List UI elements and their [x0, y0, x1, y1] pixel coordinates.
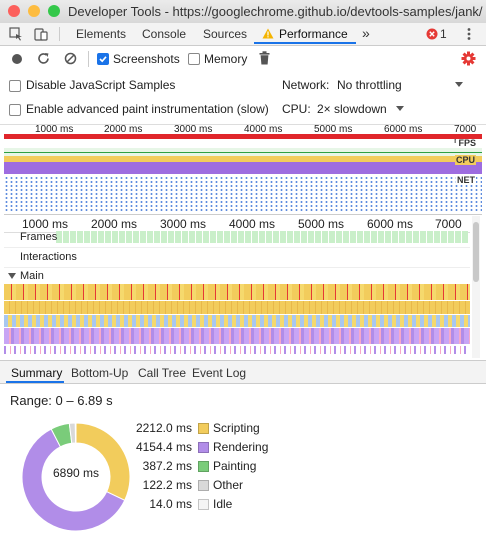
long-tasks-bar [4, 134, 482, 139]
ruler-tick: 3000 ms [160, 217, 207, 231]
painting-time: 387.2 ms [142, 459, 192, 473]
toolbar-divider [88, 51, 89, 67]
active-details-tab-indicator [6, 381, 64, 383]
tab-elements[interactable]: Elements [76, 27, 126, 41]
device-toolbar-icon[interactable] [34, 27, 48, 41]
net-track-label: NET [456, 175, 476, 185]
error-icon[interactable] [426, 28, 438, 40]
memory-label: Memory [204, 52, 248, 66]
main-expand-triangle-icon[interactable] [8, 273, 16, 280]
fps-chart [4, 148, 482, 156]
rendering-time: 4154.4 ms [135, 440, 192, 454]
cpu-throttling-select[interactable]: 2× slowdown [317, 102, 387, 116]
timeline-scrollbar[interactable] [472, 216, 480, 358]
more-tabs-button[interactable]: » [362, 25, 370, 41]
flame-task-row [4, 284, 470, 300]
tab-divider [59, 27, 60, 41]
tab-sources[interactable]: Sources [203, 27, 247, 41]
net-screenshots-strip [4, 176, 482, 212]
cpu-label: CPU: [282, 102, 311, 116]
inspect-element-icon[interactable] [9, 27, 23, 41]
advanced-paint-label: Enable advanced paint instrumentation (s… [26, 102, 269, 116]
advanced-paint-checkbox[interactable] [9, 104, 21, 116]
scripting-time: 2212.0 ms [135, 421, 192, 435]
flame-mixed-row [4, 315, 470, 327]
summary-range: Range: 0 – 6.89 s [10, 393, 113, 408]
donut-slice-idle [74, 422, 77, 444]
scripting-swatch [198, 423, 209, 434]
capture-settings-panel: Disable JavaScript Samples Network: No t… [0, 72, 486, 125]
tab-call-tree[interactable]: Call Tree [138, 366, 186, 380]
idle-swatch [198, 499, 209, 510]
summary-total: 6890 ms [52, 466, 100, 480]
reload-icon[interactable] [37, 52, 50, 65]
window-title: Developer Tools - https://googlechrome.g… [68, 4, 483, 19]
tab-bottom-up[interactable]: Bottom-Up [71, 366, 128, 380]
flame-tail-row [4, 346, 470, 354]
scripting-label: Scripting [213, 421, 260, 435]
tab-summary[interactable]: Summary [11, 366, 62, 380]
network-throttling-select[interactable]: No throttling [337, 78, 402, 92]
kebab-menu-icon[interactable] [466, 27, 472, 41]
ruler-tick: 2000 ms [91, 217, 138, 231]
minimize-window-button[interactable] [28, 5, 40, 17]
timeline-scrollbar-thumb[interactable] [473, 222, 479, 282]
tab-console[interactable]: Console [142, 27, 186, 41]
memory-checkbox[interactable] [188, 53, 200, 65]
main-thread-flame-chart[interactable] [4, 284, 470, 358]
network-dropdown-arrow-icon[interactable] [455, 82, 463, 88]
idle-time: 14.0 ms [149, 497, 192, 511]
idle-label: Idle [213, 497, 233, 511]
cpu-rendering-band [4, 162, 482, 174]
row-divider [4, 267, 470, 268]
ruler-tick: 1000 ms [22, 217, 69, 231]
main-thread-label[interactable]: Main [20, 270, 44, 282]
interactions-row-label[interactable]: Interactions [20, 251, 77, 263]
network-label: Network: [282, 78, 330, 92]
rendering-swatch [198, 442, 209, 453]
devtools-tab-bar: Elements Console Sources Performance » 1 [0, 23, 486, 46]
clear-icon[interactable] [64, 52, 77, 65]
painting-label: Painting [213, 459, 257, 473]
timeline-overview[interactable]: 1000 ms 2000 ms 3000 ms 4000 ms 5000 ms … [4, 124, 482, 215]
ruler-tick: 5000 ms [298, 217, 345, 231]
zoom-window-button[interactable] [48, 5, 60, 17]
record-icon[interactable] [11, 53, 23, 65]
screenshots-checkbox[interactable] [97, 53, 109, 65]
warning-icon [262, 28, 274, 39]
painting-swatch [198, 461, 209, 472]
flame-scripting-row [4, 301, 470, 314]
other-time: 122.2 ms [142, 478, 192, 492]
screenshots-label: Screenshots [113, 52, 180, 66]
details-tab-bar: Summary Bottom-Up Call Tree Event Log [0, 360, 486, 384]
tab-performance[interactable]: Performance [279, 27, 348, 41]
cpu-track-label: CPU [454, 155, 476, 165]
other-swatch [198, 480, 209, 491]
close-window-button[interactable] [8, 5, 20, 17]
disable-js-samples-checkbox[interactable] [9, 80, 21, 92]
tab-event-log[interactable]: Event Log [192, 366, 246, 380]
checkmark-icon [99, 56, 107, 63]
window-titlebar: Developer Tools - https://googlechrome.g… [0, 0, 486, 24]
other-label: Other [213, 478, 244, 492]
ruler-tick: 6000 ms [367, 217, 414, 231]
capture-settings-gear-icon[interactable] [461, 51, 476, 66]
ruler-tick: 4000 ms [229, 217, 276, 231]
flame-rendering-row [4, 328, 470, 344]
disable-js-samples-label: Disable JavaScript Samples [26, 78, 176, 92]
fps-track-label: FPS [458, 138, 476, 148]
active-tab-indicator [254, 42, 356, 44]
frames-row-label[interactable]: Frames [20, 231, 57, 243]
trash-icon[interactable] [259, 51, 270, 65]
frames-track[interactable] [56, 231, 468, 243]
error-count: 1 [440, 27, 447, 41]
cpu-dropdown-arrow-icon[interactable] [396, 106, 404, 112]
row-divider [4, 247, 470, 248]
performance-toolbar: Screenshots Memory [0, 46, 486, 73]
rendering-label: Rendering [213, 440, 269, 454]
